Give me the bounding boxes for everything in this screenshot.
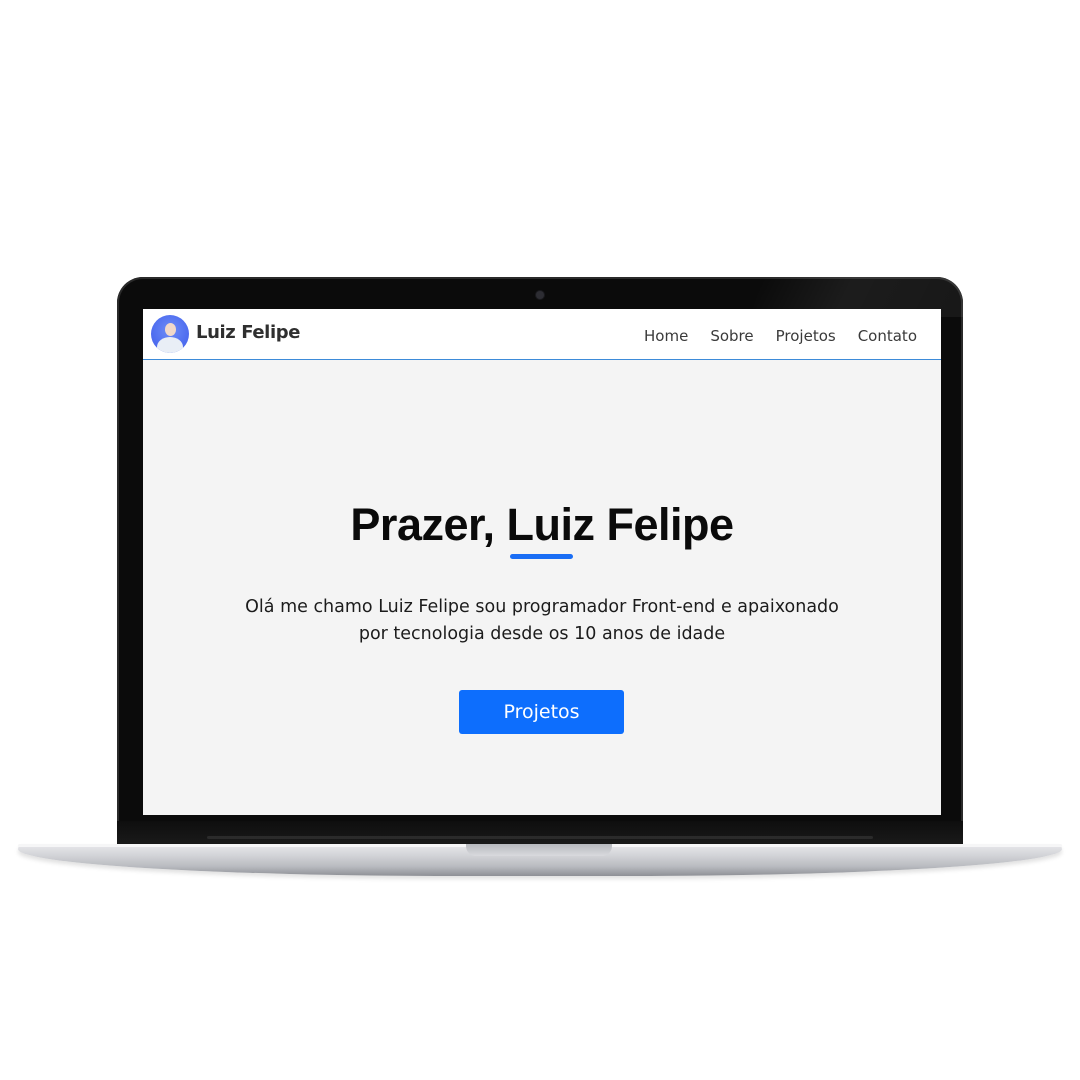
nav-link-projetos[interactable]: Projetos [776,327,836,345]
laptop-notch [466,844,612,856]
hero-text-line-1: Olá me chamo Luiz Felipe sou programador… [245,597,839,617]
hero-description: Olá me chamo Luiz Felipe sou programador… [223,594,861,648]
nav-link-home[interactable]: Home [644,327,688,345]
avatar-head [165,323,176,336]
nav-menu: Home Sobre Projetos Contato [644,327,917,345]
hinge-line [207,836,873,839]
profile-avatar-icon[interactable] [151,315,189,353]
nav-link-contato[interactable]: Contato [858,327,917,345]
website-screen: Luiz Felipe Home Sobre Projetos Contato … [143,309,941,815]
laptop-mockup: Luiz Felipe Home Sobre Projetos Contato … [0,0,1080,1080]
projects-button[interactable]: Projetos [459,690,624,734]
nav-link-sobre[interactable]: Sobre [710,327,753,345]
avatar-body [157,337,183,353]
title-underline [510,554,573,559]
hero-title: Prazer, Luiz Felipe [350,499,734,550]
camera-icon [536,291,544,299]
hero-text-line-2: por tecnologia desde os 10 anos de idade [358,624,726,644]
navbar: Luiz Felipe Home Sobre Projetos Contato [143,309,941,360]
brand-name[interactable]: Luiz Felipe [196,322,300,343]
